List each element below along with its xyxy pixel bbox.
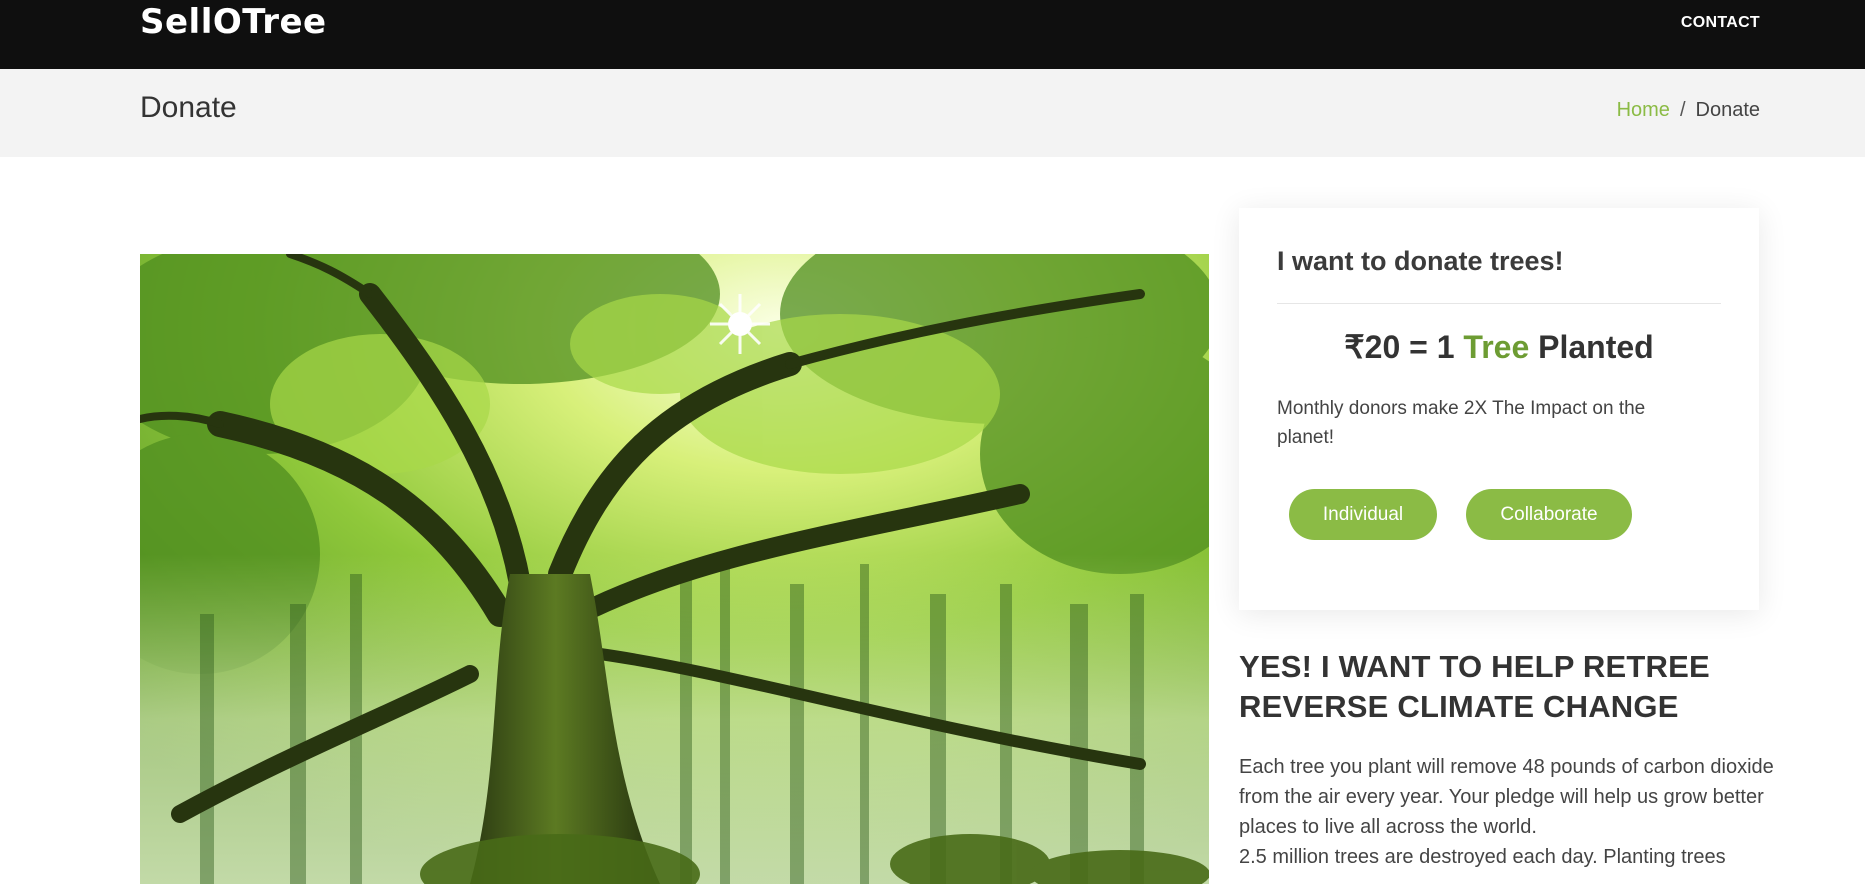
page-title: Donate — [140, 91, 237, 124]
help-paragraph-1: Each tree you plant will remove 48 pound… — [1239, 756, 1774, 838]
rate-suffix: Planted — [1529, 329, 1654, 365]
top-navbar: SellOTree CONTACT — [0, 0, 1865, 69]
donate-card: I want to donate trees! ₹20 = 1 Tree Pla… — [1239, 208, 1759, 610]
individual-button[interactable]: Individual — [1289, 489, 1437, 540]
brand-logo[interactable]: SellOTree — [140, 2, 327, 42]
giant-tree-forest-image — [140, 254, 1209, 884]
help-heading: YES! I WANT TO HELP RETREE REVERSE CLIMA… — [1239, 649, 1710, 724]
breadcrumb-separator: / — [1679, 99, 1686, 121]
breadcrumb-home-link[interactable]: Home — [1617, 99, 1670, 121]
nav-contact-link[interactable]: CONTACT — [1681, 14, 1760, 32]
collaborate-button[interactable]: Collaborate — [1466, 489, 1632, 540]
help-paragraph-2: 2.5 million trees are destroyed each day… — [1239, 846, 1726, 868]
monthly-donor-note: Monthly donors make 2X The Impact on the… — [1277, 398, 1646, 448]
donation-rate: ₹20 = 1 Tree Planted — [1239, 328, 1759, 366]
rate-prefix: ₹20 = 1 — [1344, 329, 1464, 365]
card-divider — [1277, 303, 1721, 304]
breadcrumb: Home / Donate — [1617, 99, 1760, 122]
rate-highlight: Tree — [1463, 329, 1530, 365]
help-text: Each tree you plant will remove 48 pound… — [1239, 752, 1779, 872]
breadcrumb-current: Donate — [1695, 99, 1761, 121]
page-title-bar: Donate Home / Donate — [0, 69, 1865, 157]
donate-card-title: I want to donate trees! — [1277, 246, 1564, 276]
tree-illustration — [140, 254, 1209, 884]
